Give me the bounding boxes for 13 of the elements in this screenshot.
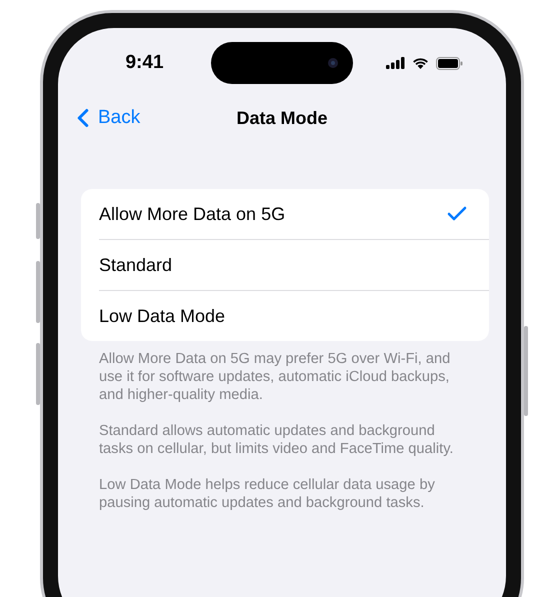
back-button[interactable]: Back (68, 103, 140, 133)
wifi-icon (412, 57, 429, 69)
signal-icon (386, 57, 405, 69)
screen-title: Data Mode (236, 108, 328, 128)
option-row[interactable]: Allow More Data on 5G (99, 189, 489, 239)
camera-icon (327, 57, 339, 69)
option-row[interactable]: Standard (99, 240, 489, 290)
status-time: 9:41 (125, 52, 164, 74)
footnote-text: Allow More Data on 5G may prefer 5G over Wi-Fi, and use it for software updates, automatic iCloud backups, and higher-quality media. (99, 350, 452, 404)
option-row[interactable]: Low Data Mode (99, 291, 489, 341)
footnote-text: Standard allows automatic updates and background tasks on cellular, but limits video and FaceTime quality. (99, 422, 454, 458)
footnote-text: Low Data Mode helps reduce cellular data usage by pausing automatic updates and background tasks. (99, 476, 436, 512)
battery-icon (436, 56, 463, 70)
